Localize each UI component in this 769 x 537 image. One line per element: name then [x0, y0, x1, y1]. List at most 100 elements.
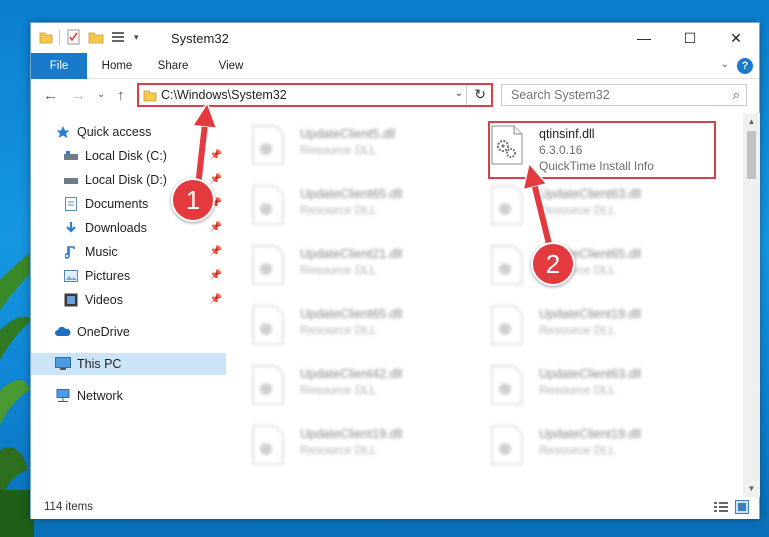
dll-file-icon — [491, 305, 523, 345]
file-type: Resource DLL — [300, 143, 377, 157]
list-item[interactable]: UpdateClient21.dll Resource DLL — [228, 237, 458, 293]
expand-ribbon-icon[interactable]: ⌄ — [721, 59, 729, 70]
address-divider — [466, 85, 467, 105]
address-path[interactable]: C:\Windows\System32 — [161, 88, 287, 102]
sidebar-item-label: Quick access — [77, 125, 152, 139]
scroll-up-icon[interactable]: ▲ — [743, 113, 760, 130]
maximize-button[interactable]: ☐ — [667, 23, 713, 53]
file-name: UpdateClient63.dll — [539, 187, 642, 201]
toolbar-dropdown-icon[interactable]: ▾ — [134, 32, 139, 43]
sidebar-item-label: Local Disk (D:) — [85, 173, 167, 187]
sidebar-item-this-pc[interactable]: This PC — [31, 353, 226, 375]
file-explorer-window: ▾ System32 — ☐ ✕ File Home Share View ⌄ … — [30, 22, 760, 519]
tab-view[interactable]: View — [209, 53, 253, 79]
list-item[interactable]: UpdateClient42.dll Resource DLL — [228, 357, 458, 413]
tab-file[interactable]: File — [31, 53, 87, 79]
pin-icon[interactable]: 📌 — [210, 222, 222, 233]
sidebar-item-pictures[interactable]: Pictures 📌 — [31, 265, 226, 287]
large-icons-view-icon[interactable] — [735, 500, 749, 514]
address-dropdown-icon[interactable]: ⌄ — [455, 88, 463, 99]
list-item[interactable]: UpdateClient19.dll Resource DLL — [228, 417, 458, 473]
list-item[interactable]: UpdateClient65.dll Resource DLL — [228, 297, 458, 353]
folder-icon — [143, 90, 157, 102]
details-view-icon[interactable] — [713, 500, 729, 514]
music-icon — [63, 244, 79, 260]
list-item[interactable]: UpdateClient63.dll Resource DLL — [467, 357, 697, 413]
file-type: Resource DLL — [300, 203, 377, 217]
pin-icon[interactable]: 📌 — [210, 150, 222, 161]
pin-icon[interactable]: 📌 — [210, 174, 222, 185]
sidebar-item-label: This PC — [77, 357, 122, 371]
new-folder-icon[interactable] — [88, 29, 104, 45]
sidebar-item-label: Downloads — [85, 221, 147, 235]
videos-icon — [63, 292, 79, 308]
search-box[interactable]: ⌕ — [501, 84, 747, 106]
sidebar-item-onedrive[interactable]: OneDrive — [31, 321, 226, 343]
desktop-wallpaper-palm — [0, 250, 34, 537]
scroll-down-icon[interactable]: ▼ — [743, 480, 760, 497]
customize-toolbar-icon[interactable] — [110, 29, 128, 45]
dll-file-icon — [491, 365, 523, 405]
sidebar-item-label: Videos — [85, 293, 123, 307]
back-arrow-icon[interactable]: ← — [43, 87, 58, 104]
list-item[interactable]: UpdateClient19.dll Resource DLL — [467, 297, 697, 353]
drive-icon — [63, 172, 79, 188]
file-name: UpdateClient65.dll — [300, 307, 403, 321]
sidebar-item-videos[interactable]: Videos 📌 — [31, 289, 226, 311]
view-switcher — [713, 500, 749, 514]
network-icon — [55, 388, 71, 404]
sidebar-item-music[interactable]: Music 📌 — [31, 241, 226, 263]
pin-icon[interactable]: 📌 — [210, 246, 222, 257]
dll-file-icon — [252, 425, 284, 465]
dll-file-icon — [491, 125, 523, 165]
address-bar[interactable]: C:\Windows\System32 ⌄ ↻ — [137, 83, 493, 107]
file-type: Resource DLL — [539, 203, 616, 217]
file-name: UpdateClient19.dll — [300, 427, 403, 441]
file-description: QuickTime Install Info — [539, 159, 654, 173]
file-name: UpdateClient5.dll — [300, 127, 396, 141]
status-bar: 114 items — [31, 497, 759, 519]
sidebar-item-local-disk-c[interactable]: Local Disk (C:) 📌 — [31, 145, 226, 167]
list-item[interactable]: UpdateClient19.dll Resource DLL — [467, 417, 697, 473]
dll-file-icon — [252, 365, 284, 405]
sidebar-item-label: Local Disk (C:) — [85, 149, 167, 163]
vertical-scrollbar[interactable]: ▲ ▼ — [743, 113, 760, 497]
cloud-icon — [55, 324, 71, 340]
sidebar-item-network[interactable]: Network — [31, 385, 226, 407]
dll-file-icon — [252, 125, 284, 165]
sidebar-item-label: Music — [85, 245, 118, 259]
pin-icon[interactable]: 📌 — [210, 294, 222, 305]
sidebar-item-quick-access[interactable]: Quick access — [31, 121, 226, 143]
recent-locations-icon[interactable]: ⌄ — [97, 89, 105, 100]
file-name: UpdateClient21.dll — [300, 247, 403, 261]
sidebar-item-label: Documents — [85, 197, 149, 211]
refresh-icon[interactable]: ↻ — [474, 86, 486, 103]
list-item[interactable]: UpdateClient65.dll Resource DLL — [228, 177, 458, 233]
search-input[interactable] — [502, 85, 722, 105]
properties-icon[interactable] — [66, 29, 82, 45]
dll-file-icon — [491, 245, 523, 285]
list-item-selected[interactable]: qtinsinf.dll 6.3.0.16 QuickTime Install … — [467, 117, 697, 173]
window-title: System32 — [171, 31, 229, 46]
list-item[interactable]: UpdateClient65.dll Resource DLL — [467, 237, 697, 293]
list-item[interactable]: UpdateClient5.dll Resource DLL — [228, 117, 458, 173]
dll-file-icon — [252, 305, 284, 345]
tab-home[interactable]: Home — [95, 53, 139, 79]
sidebar-item-label: Pictures — [85, 269, 131, 283]
help-button[interactable]: ? — [737, 58, 753, 74]
file-type: Resource DLL — [539, 383, 616, 397]
file-name: UpdateClient65.dll — [300, 187, 403, 201]
up-arrow-icon[interactable]: ↑ — [117, 87, 125, 104]
list-item[interactable]: UpdateClient63.dll Resource DLL — [467, 177, 697, 233]
forward-arrow-icon[interactable]: → — [71, 87, 86, 104]
computer-icon — [55, 356, 71, 372]
star-icon — [55, 124, 71, 140]
minimize-button[interactable]: — — [621, 23, 667, 53]
tab-share[interactable]: Share — [151, 53, 195, 79]
search-icon[interactable]: ⌕ — [733, 87, 740, 103]
pin-icon[interactable]: 📌 — [210, 270, 222, 281]
file-type: Resource DLL — [300, 383, 377, 397]
scrollbar-thumb[interactable] — [747, 131, 756, 179]
file-name: UpdateClient19.dll — [539, 307, 642, 321]
close-button[interactable]: ✕ — [713, 23, 759, 53]
